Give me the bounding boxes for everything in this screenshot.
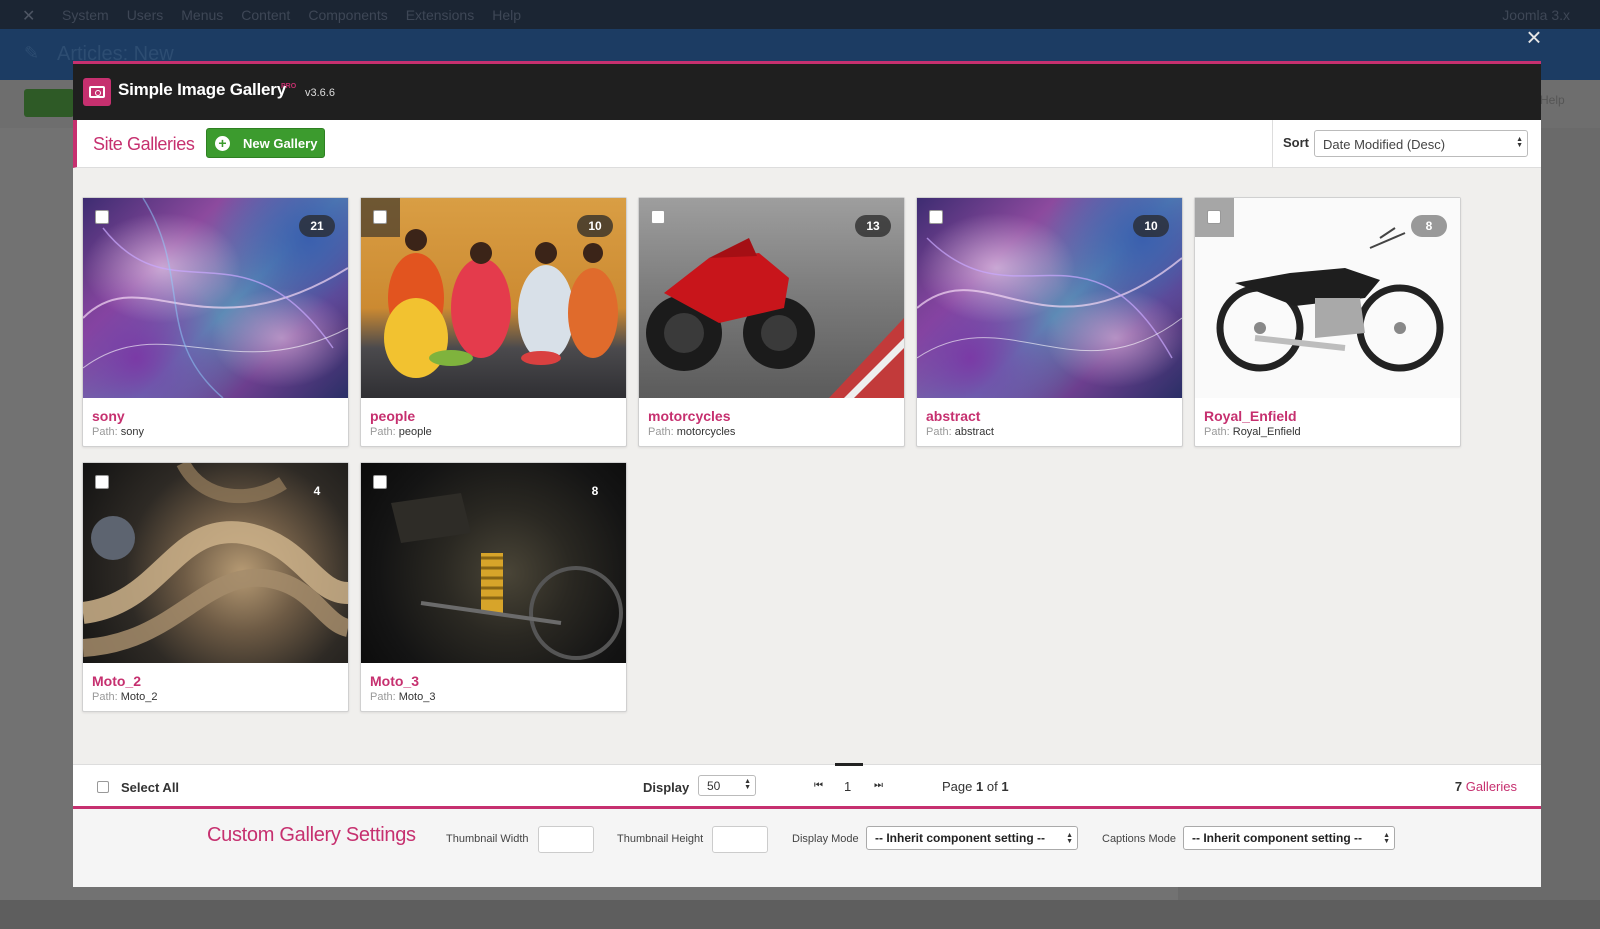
gallery-name[interactable]: Royal_Enfield bbox=[1204, 408, 1297, 424]
gallery-path: Path: motorcycles bbox=[648, 426, 736, 438]
pro-badge: PRO bbox=[281, 83, 297, 90]
thumb-height-input[interactable] bbox=[712, 826, 768, 853]
new-gallery-label: New Gallery bbox=[243, 136, 318, 151]
admin-help-button: Help bbox=[1540, 93, 1565, 107]
gallery-name[interactable]: abstract bbox=[926, 408, 980, 424]
custom-settings-panel: Custom Gallery Settings Thumbnail Width … bbox=[73, 806, 1541, 887]
section-title: Site Galleries bbox=[93, 134, 195, 154]
sort-value: Date Modified (Desc) bbox=[1323, 137, 1446, 152]
page-info: Page 1 of 1 bbox=[942, 779, 1009, 794]
select-arrows-icon: ▲ ▼ bbox=[1516, 136, 1523, 149]
image-count-badge: 10 bbox=[1133, 215, 1169, 237]
gallery-name[interactable]: Moto_3 bbox=[370, 673, 419, 689]
joomla-version-link: Joomla 3.x bbox=[1502, 7, 1570, 23]
sort-control: Sort Date Modified (Desc) ▲ ▼ bbox=[1272, 120, 1545, 167]
menu-item-menus: Menus bbox=[181, 7, 224, 23]
plus-circle-icon: + bbox=[215, 136, 230, 151]
image-count-badge: 21 bbox=[299, 215, 335, 237]
menu-item-components: Components bbox=[308, 7, 388, 23]
gallery-path: Path: sony bbox=[92, 426, 144, 438]
gallery-checkbox[interactable] bbox=[361, 198, 400, 237]
version-label: v3.6.6 bbox=[305, 87, 335, 99]
image-count-badge: 13 bbox=[855, 215, 891, 237]
gallery-path: Path: Moto_2 bbox=[92, 691, 158, 703]
gallery-card-sony[interactable]: 21 sony Path: sony bbox=[82, 197, 349, 447]
captions-mode-label: Captions Mode bbox=[1102, 833, 1176, 845]
gallery-card-abstract[interactable]: 10 abstract Path: abstract bbox=[916, 197, 1183, 447]
gallery-card-moto-2[interactable]: 4 Moto_2 Path: Moto_2 bbox=[82, 462, 349, 712]
image-count-badge: 8 bbox=[591, 484, 599, 498]
gallery-checkbox[interactable] bbox=[83, 463, 122, 502]
image-count-badge: 10 bbox=[577, 215, 613, 237]
menu-item-users: Users bbox=[126, 7, 164, 23]
admin-status-bar bbox=[0, 900, 1600, 929]
gallery-name[interactable]: sony bbox=[92, 408, 125, 424]
last-page-icon[interactable]: ⏭ bbox=[874, 780, 883, 791]
gallery-name[interactable]: Moto_2 bbox=[92, 673, 141, 689]
admin-menu: System Users Menus Content Components Ex… bbox=[62, 7, 539, 23]
close-modal-icon[interactable]: × bbox=[1523, 24, 1545, 50]
menu-item-extensions: Extensions bbox=[405, 7, 475, 23]
captions-mode-select[interactable]: -- Inherit component setting -- ▲ ▼ bbox=[1183, 826, 1395, 850]
joomla-logo-icon: ✕ bbox=[22, 8, 36, 25]
page-1-link[interactable]: 1 bbox=[844, 779, 851, 794]
gallery-card-people[interactable]: 10 people Path: people bbox=[360, 197, 627, 447]
new-gallery-button[interactable]: + New Gallery bbox=[206, 128, 325, 158]
gallery-checkbox[interactable] bbox=[83, 198, 122, 237]
select-arrows-icon: ▲ ▼ bbox=[744, 778, 751, 791]
thumb-height-label: Thumbnail Height bbox=[617, 833, 704, 845]
gallery-count: 7 Galleries bbox=[1454, 779, 1517, 794]
menu-item-content: Content bbox=[241, 7, 291, 23]
gallery-card-royal-enfield[interactable]: 8 Royal_Enfield Path: Royal_Enfield bbox=[1194, 197, 1461, 447]
menu-item-system: System bbox=[62, 7, 109, 23]
menu-item-help: Help bbox=[492, 7, 521, 23]
gallery-toolbar: Site Galleries + New Gallery Sort Date M… bbox=[73, 120, 1541, 168]
thumb-width-label: Thumbnail Width bbox=[446, 833, 529, 845]
admin-topbar: ✕ System Users Menus Content Components … bbox=[0, 0, 1600, 29]
select-arrows-icon: ▲ ▼ bbox=[1066, 832, 1073, 845]
display-label: Display bbox=[643, 780, 690, 795]
pencil-icon: ✎ bbox=[24, 43, 40, 63]
camera-icon bbox=[83, 78, 111, 106]
display-limit-select[interactable]: 50 ▲ ▼ bbox=[698, 775, 756, 796]
gallery-checkbox[interactable] bbox=[361, 463, 400, 502]
gallery-path: Path: Royal_Enfield bbox=[1204, 426, 1301, 438]
display-mode-select[interactable]: -- Inherit component setting -- ▲ ▼ bbox=[866, 826, 1078, 850]
admin-save-button bbox=[24, 89, 74, 117]
gallery-checkbox[interactable] bbox=[917, 198, 956, 237]
display-mode-label: Display Mode bbox=[792, 833, 859, 845]
gallery-checkbox[interactable] bbox=[639, 198, 678, 237]
sort-label: Sort bbox=[1283, 135, 1309, 150]
sort-select[interactable]: Date Modified (Desc) ▲ ▼ bbox=[1314, 130, 1528, 157]
image-count-badge: 4 bbox=[313, 484, 321, 498]
image-count-badge: 8 bbox=[1411, 215, 1447, 237]
gallery-checkbox[interactable] bbox=[1195, 198, 1234, 237]
modal-title: Simple Image Gallery bbox=[118, 80, 286, 99]
scroll-indicator bbox=[835, 763, 863, 766]
gallery-path: Path: people bbox=[370, 426, 432, 438]
thumb-width-input[interactable] bbox=[538, 826, 594, 853]
select-all-checkbox[interactable] bbox=[97, 781, 109, 793]
select-arrows-icon: ▲ ▼ bbox=[1383, 832, 1390, 845]
gallery-path: Path: Moto_3 bbox=[370, 691, 436, 703]
gallery-path: Path: abstract bbox=[926, 426, 994, 438]
gallery-name[interactable]: people bbox=[370, 408, 415, 424]
gallery-name[interactable]: motorcycles bbox=[648, 408, 730, 424]
custom-settings-title: Custom Gallery Settings bbox=[207, 824, 416, 846]
gallery-card-moto-3[interactable]: 8 Moto_3 Path: Moto_3 bbox=[360, 462, 627, 712]
captions-mode-value: -- Inherit component setting -- bbox=[1192, 831, 1362, 845]
display-limit-value: 50 bbox=[707, 779, 721, 793]
gallery-card-motorcycles[interactable]: 13 motorcycles Path: motorcycles bbox=[638, 197, 905, 447]
select-all-label[interactable]: Select All bbox=[121, 780, 179, 795]
display-mode-value: -- Inherit component setting -- bbox=[875, 831, 1045, 845]
pagination-bar: Select All Display 50 ▲ ▼ ⏮ 1 ⏭ Page 1 of… bbox=[73, 763, 1541, 806]
first-page-icon[interactable]: ⏮ bbox=[814, 780, 823, 791]
modal-header: Simple Image Gallery PRO v3.6.6 bbox=[73, 64, 1541, 120]
gallery-modal: Simple Image Gallery PRO v3.6.6 Site Gal… bbox=[73, 61, 1541, 887]
